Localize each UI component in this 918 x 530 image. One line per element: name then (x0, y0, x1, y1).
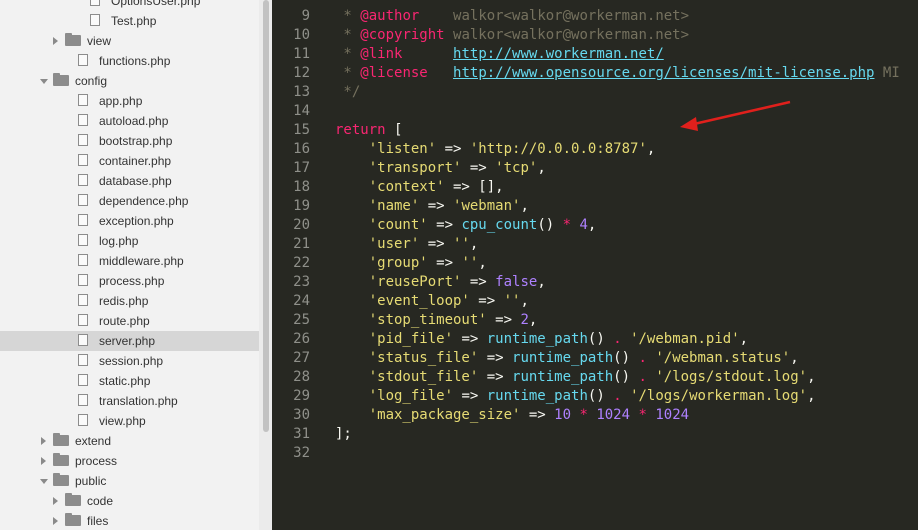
file-tree: OptionsUser.php Test.php view functions.php… (0, 0, 259, 530)
file-icon (78, 294, 88, 306)
tree-file-static-php[interactable]: static.php (0, 371, 259, 391)
tree-item-label: process.php (99, 274, 165, 288)
tree-item-label: config (75, 74, 108, 88)
tree-item-label: session.php (99, 354, 164, 368)
tree-item-label: exception.php (99, 214, 174, 228)
chevron-down-icon[interactable] (40, 79, 48, 84)
folder-icon (65, 33, 81, 46)
tree-item-label: redis.php (99, 294, 149, 308)
tree-item-label: database.php (99, 174, 172, 188)
tree-file-functions-php[interactable]: functions.php (0, 51, 259, 71)
sidebar-scrollbar-thumb[interactable] (263, 0, 269, 432)
tree-file-middleware-php[interactable]: middleware.php (0, 251, 259, 271)
file-icon (78, 174, 88, 186)
tree-folder-code[interactable]: code (0, 491, 259, 511)
tree-item-label: app.php (99, 94, 143, 108)
file-icon (78, 274, 88, 286)
tree-file-container-php[interactable]: container.php (0, 151, 259, 171)
file-icon (78, 374, 88, 386)
tree-item-label: middleware.php (99, 254, 184, 268)
file-icon (78, 354, 88, 366)
file-icon (90, 14, 100, 26)
folder-icon (65, 493, 81, 506)
code-editor[interactable]: 9 * @author walkor<walkor@workerman.net>… (274, 0, 918, 530)
chevron-right-icon[interactable] (53, 37, 58, 45)
chevron-right-icon[interactable] (53, 497, 58, 505)
red-arrow-annotation-icon (680, 100, 791, 131)
folder-icon (53, 473, 69, 486)
tree-file-redis-php[interactable]: redis.php (0, 291, 259, 311)
tree-item-label: container.php (99, 154, 172, 168)
chevron-right-icon[interactable] (41, 437, 46, 445)
tree-item-label: view (87, 34, 112, 48)
tree-item-label: static.php (99, 374, 151, 388)
tree-item-label: translation.php (99, 394, 178, 408)
file-icon (90, 0, 100, 6)
tree-item-label: route.php (99, 314, 150, 328)
tree-item-label: functions.php (99, 54, 171, 68)
folder-icon (53, 453, 69, 466)
tree-item-label: files (87, 514, 109, 528)
chevron-right-icon[interactable] (53, 517, 58, 525)
file-icon (78, 134, 88, 146)
file-icon (78, 314, 88, 326)
file-icon (78, 154, 88, 166)
file-icon (78, 254, 88, 266)
tree-file-translation-php[interactable]: translation.php (0, 391, 259, 411)
tree-file-server-php[interactable]: server.php (0, 331, 259, 351)
tree-file-autoload-php[interactable]: autoload.php (0, 111, 259, 131)
file-icon (78, 194, 88, 206)
tree-folder-view[interactable]: view (0, 31, 259, 51)
tree-folder-files[interactable]: files (0, 511, 259, 530)
tree-item-label: autoload.php (99, 114, 169, 128)
tree-file-process-php[interactable]: process.php (0, 271, 259, 291)
chevron-right-icon[interactable] (41, 457, 46, 465)
tree-file-log-php[interactable]: log.php (0, 231, 259, 251)
tree-file-database-php[interactable]: database.php (0, 171, 259, 191)
tree-folder-config[interactable]: config (0, 71, 259, 91)
file-icon (78, 54, 88, 66)
tree-item-label: dependence.php (99, 194, 189, 208)
tree-item-label: server.php (99, 334, 156, 348)
tree-file-view-php[interactable]: view.php (0, 411, 259, 431)
tree-file-dependence-php[interactable]: dependence.php (0, 191, 259, 211)
folder-icon (65, 513, 81, 526)
file-icon (78, 114, 88, 126)
file-icon (78, 414, 88, 426)
tree-item-label: log.php (99, 234, 139, 248)
file-tree-sidebar: OptionsUser.php Test.php view functions.php… (0, 0, 272, 530)
tree-item-label: OptionsUser.php (111, 0, 201, 8)
tree-file-app-php[interactable]: app.php (0, 91, 259, 111)
tree-item-label: code (87, 494, 114, 508)
tree-file-route-php[interactable]: route.php (0, 311, 259, 331)
file-icon (78, 334, 88, 346)
tree-file-session-php[interactable]: session.php (0, 351, 259, 371)
tree-item-label: bootstrap.php (99, 134, 173, 148)
tree-item-label: Test.php (111, 14, 157, 28)
tree-file-test-php[interactable]: Test.php (0, 11, 259, 31)
chevron-down-icon[interactable] (40, 479, 48, 484)
file-icon (78, 234, 88, 246)
tree-file-bootstrap-php[interactable]: bootstrap.php (0, 131, 259, 151)
tree-folder-extend[interactable]: extend (0, 431, 259, 451)
tree-item-label: public (75, 474, 107, 488)
file-icon (78, 394, 88, 406)
tree-file-exception-php[interactable]: exception.php (0, 211, 259, 231)
folder-icon (53, 433, 69, 446)
folder-icon (53, 73, 69, 86)
tree-item-label: process (75, 454, 118, 468)
file-icon (78, 94, 88, 106)
tree-folder-process[interactable]: process (0, 451, 259, 471)
file-icon (78, 214, 88, 226)
tree-item-label: view.php (99, 414, 146, 428)
tree-item-label: extend (75, 434, 112, 448)
tree-folder-public[interactable]: public (0, 471, 259, 491)
tree-file-optionsuser-php[interactable]: OptionsUser.php (0, 0, 259, 11)
